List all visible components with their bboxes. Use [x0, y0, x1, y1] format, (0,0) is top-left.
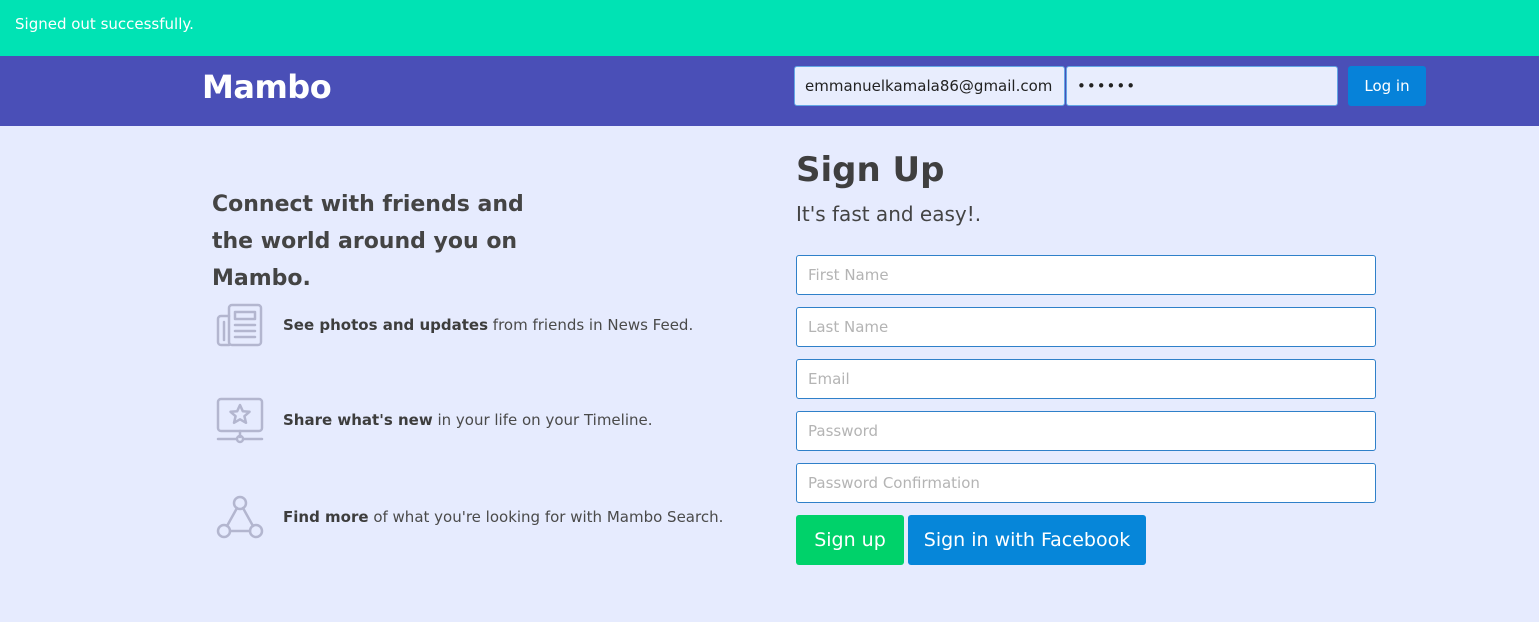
signup-title: Sign Up: [796, 150, 945, 190]
feature-timeline: Share what's new in your life on your Ti…: [214, 397, 734, 447]
login-password-input[interactable]: [1066, 66, 1338, 106]
flash-message: Signed out successfully.: [0, 0, 1539, 56]
brand-logo[interactable]: Mambo: [202, 68, 332, 106]
feature-news-feed: See photos and updates from friends in N…: [214, 302, 734, 352]
first-name-input[interactable]: [796, 255, 1376, 295]
feature-text: Find more of what you're looking for wit…: [283, 508, 724, 526]
feature-search: Find more of what you're looking for wit…: [214, 494, 734, 544]
feature-text: Share what's new in your life on your Ti…: [283, 411, 653, 429]
feature-text: See photos and updates from friends in N…: [283, 316, 694, 334]
login-button[interactable]: Log in: [1348, 66, 1426, 106]
newspaper-icon: [216, 303, 263, 347]
signup-button[interactable]: Sign up: [796, 515, 904, 565]
navbar: Mambo Log in: [0, 56, 1539, 126]
email-input[interactable]: [796, 359, 1376, 399]
login-email-input[interactable]: [794, 66, 1065, 106]
last-name-input[interactable]: [796, 307, 1376, 347]
star-monitor-icon: [216, 397, 264, 444]
facebook-signin-button[interactable]: Sign in with Facebook: [908, 515, 1146, 565]
password-confirmation-input[interactable]: [796, 463, 1376, 503]
share-nodes-icon: [216, 495, 264, 539]
tagline: Connect with friends and the world aroun…: [212, 192, 524, 291]
signup-subtitle: It's fast and easy!.: [796, 202, 982, 226]
password-input[interactable]: [796, 411, 1376, 451]
